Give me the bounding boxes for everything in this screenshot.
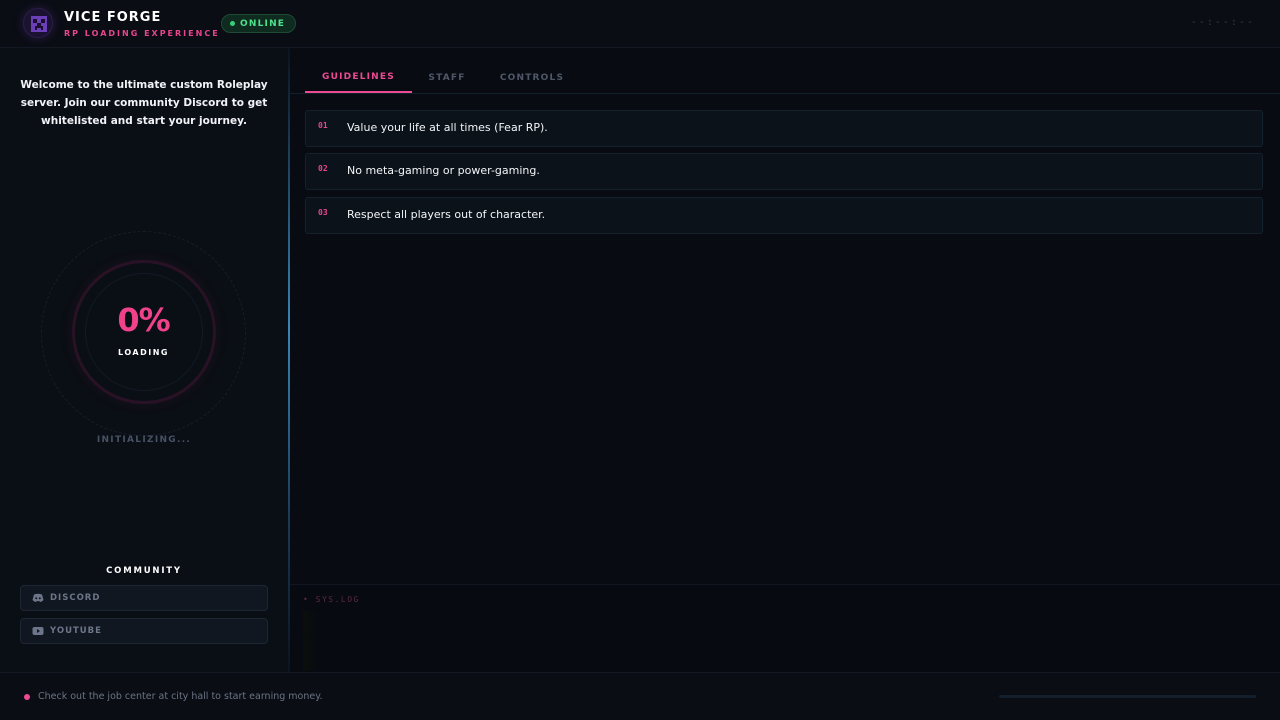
top-bar: VICE FORGE RP LOADING EXPERIENCE ONLINE … [0, 0, 1280, 48]
tab-staff[interactable]: STAFF [412, 62, 482, 93]
progress-bar [999, 695, 1256, 698]
rule-number: 03 [318, 208, 328, 217]
loading-ring: 0% LOADING [41, 231, 246, 436]
rule-item: 03 Respect all players out of character. [305, 197, 1263, 234]
online-dot-icon [230, 21, 235, 26]
rule-item: 02 No meta-gaming or power-gaming. [305, 153, 1263, 190]
tab-controls[interactable]: CONTROLS [488, 62, 576, 93]
clock: --:--:-- [1190, 17, 1255, 28]
rule-text: Respect all players out of character. [347, 208, 546, 221]
discord-button[interactable]: DISCORD [20, 585, 268, 611]
server-title: VICE FORGE [64, 10, 162, 25]
tip-text: Check out the job center at city hall to… [38, 691, 323, 702]
discord-icon [32, 593, 44, 602]
status-text: ONLINE [240, 18, 286, 29]
status-badge: ONLINE [221, 14, 297, 33]
community-heading: COMMUNITY [106, 566, 182, 576]
youtube-label: YOUTUBE [50, 626, 102, 636]
rule-item: 01 Value your life at all times (Fear RP… [305, 110, 1263, 147]
tabs-underline [290, 93, 1280, 94]
tab-bar: GUIDELINES STAFF CONTROLS [305, 62, 1263, 93]
log-scroll-area [303, 611, 319, 671]
server-subtitle: RP LOADING EXPERIENCE [64, 29, 220, 38]
rule-text: No meta-gaming or power-gaming. [347, 164, 540, 177]
rule-text: Value your life at all times (Fear RP). [347, 121, 548, 134]
footer: Check out the job center at city hall to… [0, 672, 1280, 720]
loading-percent: 0% [117, 301, 170, 339]
tab-guidelines[interactable]: GUIDELINES [305, 62, 412, 93]
server-logo [23, 8, 53, 38]
loading-status: INITIALIZING... [96, 435, 192, 445]
sidebar: Welcome to the ultimate custom Roleplay … [0, 48, 288, 672]
discord-label: DISCORD [50, 593, 101, 603]
welcome-message: Welcome to the ultimate custom Roleplay … [20, 79, 268, 127]
youtube-icon [32, 627, 44, 635]
rule-number: 01 [318, 121, 328, 130]
log-title: • SYS.LOG [303, 595, 360, 604]
rule-number: 02 [318, 164, 328, 173]
loading-label: LOADING [118, 348, 169, 357]
tip-dot-icon [24, 694, 30, 700]
system-log-panel: • SYS.LOG [290, 584, 1280, 672]
creeper-skull-icon [31, 16, 47, 32]
youtube-button[interactable]: YOUTUBE [20, 618, 268, 644]
sidebar-divider [288, 48, 290, 672]
